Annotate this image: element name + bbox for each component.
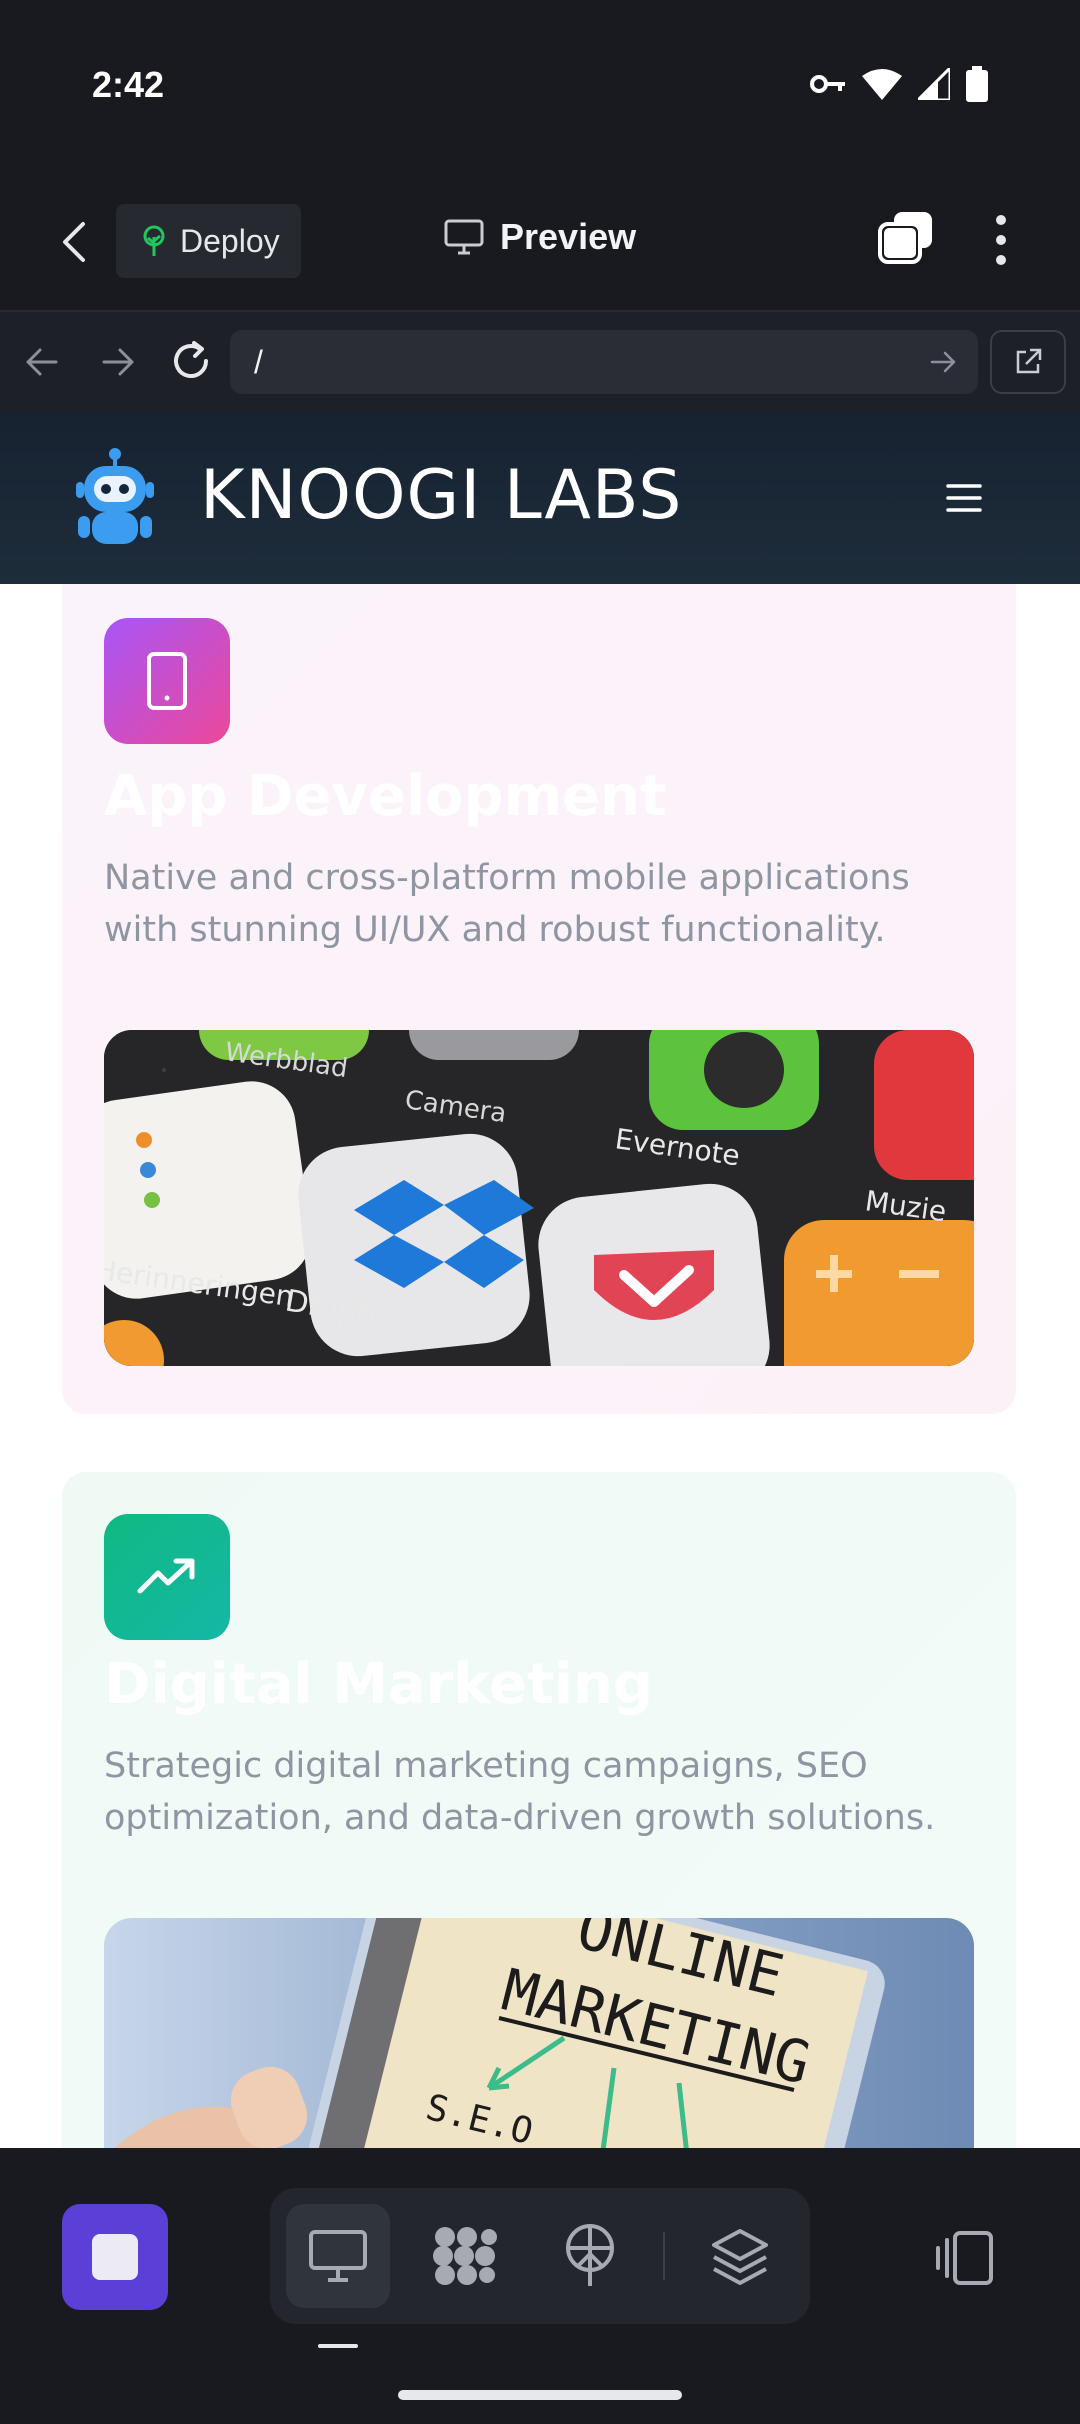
robot-logo-icon [76, 448, 154, 544]
battery-icon [966, 66, 988, 102]
device-rotate-icon [936, 2231, 993, 2285]
card-icon-badge [104, 618, 230, 744]
layers-button[interactable] [688, 2204, 792, 2308]
url-input[interactable]: / [230, 330, 978, 394]
preview-title: Preview [444, 216, 636, 258]
home-gesture-bar[interactable] [398, 2390, 682, 2400]
app-toolbar: Deploy Preview [0, 180, 1080, 312]
components-button[interactable] [412, 2204, 516, 2308]
deploy-button[interactable]: Deploy [116, 204, 301, 278]
tree-icon [143, 225, 165, 256]
status-icons [810, 66, 988, 102]
back-button[interactable] [44, 212, 104, 272]
signal-icon [918, 68, 950, 100]
app-icons-image: Werbblad Camera Evernote Muzie Herinneri… [104, 1030, 974, 1366]
online-marketing-image: ONLINE MARKETING S.E.O [104, 1918, 974, 2148]
nav-back-button[interactable] [20, 340, 64, 389]
reload-button[interactable] [168, 338, 214, 389]
card-title: App Development [104, 764, 667, 829]
trending-up-icon [137, 1558, 195, 1594]
go-arrow-icon[interactable] [928, 347, 958, 377]
hamburger-menu-icon[interactable] [944, 478, 984, 518]
bottom-bar [0, 2148, 1080, 2424]
open-external-button[interactable] [990, 330, 1066, 394]
arrow-left-icon [26, 348, 58, 376]
tabs-button[interactable] [876, 210, 936, 270]
view-mode-group [270, 2188, 810, 2324]
status-bar: 2:42 [0, 0, 1080, 180]
tablet-icon [147, 652, 187, 710]
web-preview[interactable]: KNOOGI LABS App Development Native and c… [0, 412, 1080, 2148]
online-marketing-photo: ONLINE MARKETING S.E.O [104, 1918, 974, 2148]
service-card-digital-marketing: Digital Marketing Strategic digital mark… [62, 1472, 1016, 2148]
deploy-tree-button[interactable] [538, 2204, 642, 2308]
url-bar: / [0, 312, 1080, 412]
vpn-key-icon [810, 75, 845, 93]
url-text: / [254, 343, 263, 380]
arrow-right-icon [102, 348, 134, 376]
stop-button[interactable] [62, 2204, 168, 2310]
stop-icon [92, 2234, 138, 2280]
active-tab-indicator [318, 2344, 358, 2348]
app-icons-photo: Werbblad Camera Evernote Muzie Herinneri… [104, 1030, 974, 1366]
tree-network-icon [566, 2224, 614, 2286]
card-description: Native and cross-platform mobile applica… [104, 858, 910, 950]
card-icon-badge [104, 1514, 230, 1640]
more-menu-button[interactable] [976, 210, 1026, 270]
more-vert-icon [996, 215, 1006, 265]
card-title: Digital Marketing [104, 1652, 653, 1717]
wifi-icon [862, 69, 902, 100]
chevron-left-icon [63, 222, 85, 262]
status-time: 2:42 [92, 64, 165, 105]
reload-icon [174, 341, 208, 378]
card-description: Strategic digital marketing campaigns, S… [104, 1746, 936, 1838]
external-link-icon [1016, 348, 1042, 374]
site-title: KNOOGI LABS [200, 456, 683, 535]
desktop-view-button[interactable] [286, 2204, 390, 2308]
layers-icon [712, 2229, 768, 2285]
service-card-app-development: App Development Native and cross-platfor… [62, 584, 1016, 1414]
monitor-icon [309, 2230, 367, 2282]
nav-forward-button[interactable] [96, 340, 140, 389]
deploy-label: Deploy [180, 222, 280, 259]
device-toggle-button[interactable] [924, 2208, 1004, 2308]
grid-blob-icon [433, 2227, 497, 2285]
monitor-icon [444, 219, 484, 255]
copy-tabs-icon [878, 212, 932, 264]
preview-label: Preview [500, 216, 637, 257]
segment-divider [663, 2232, 665, 2280]
site-header: KNOOGI LABS [0, 412, 1080, 584]
